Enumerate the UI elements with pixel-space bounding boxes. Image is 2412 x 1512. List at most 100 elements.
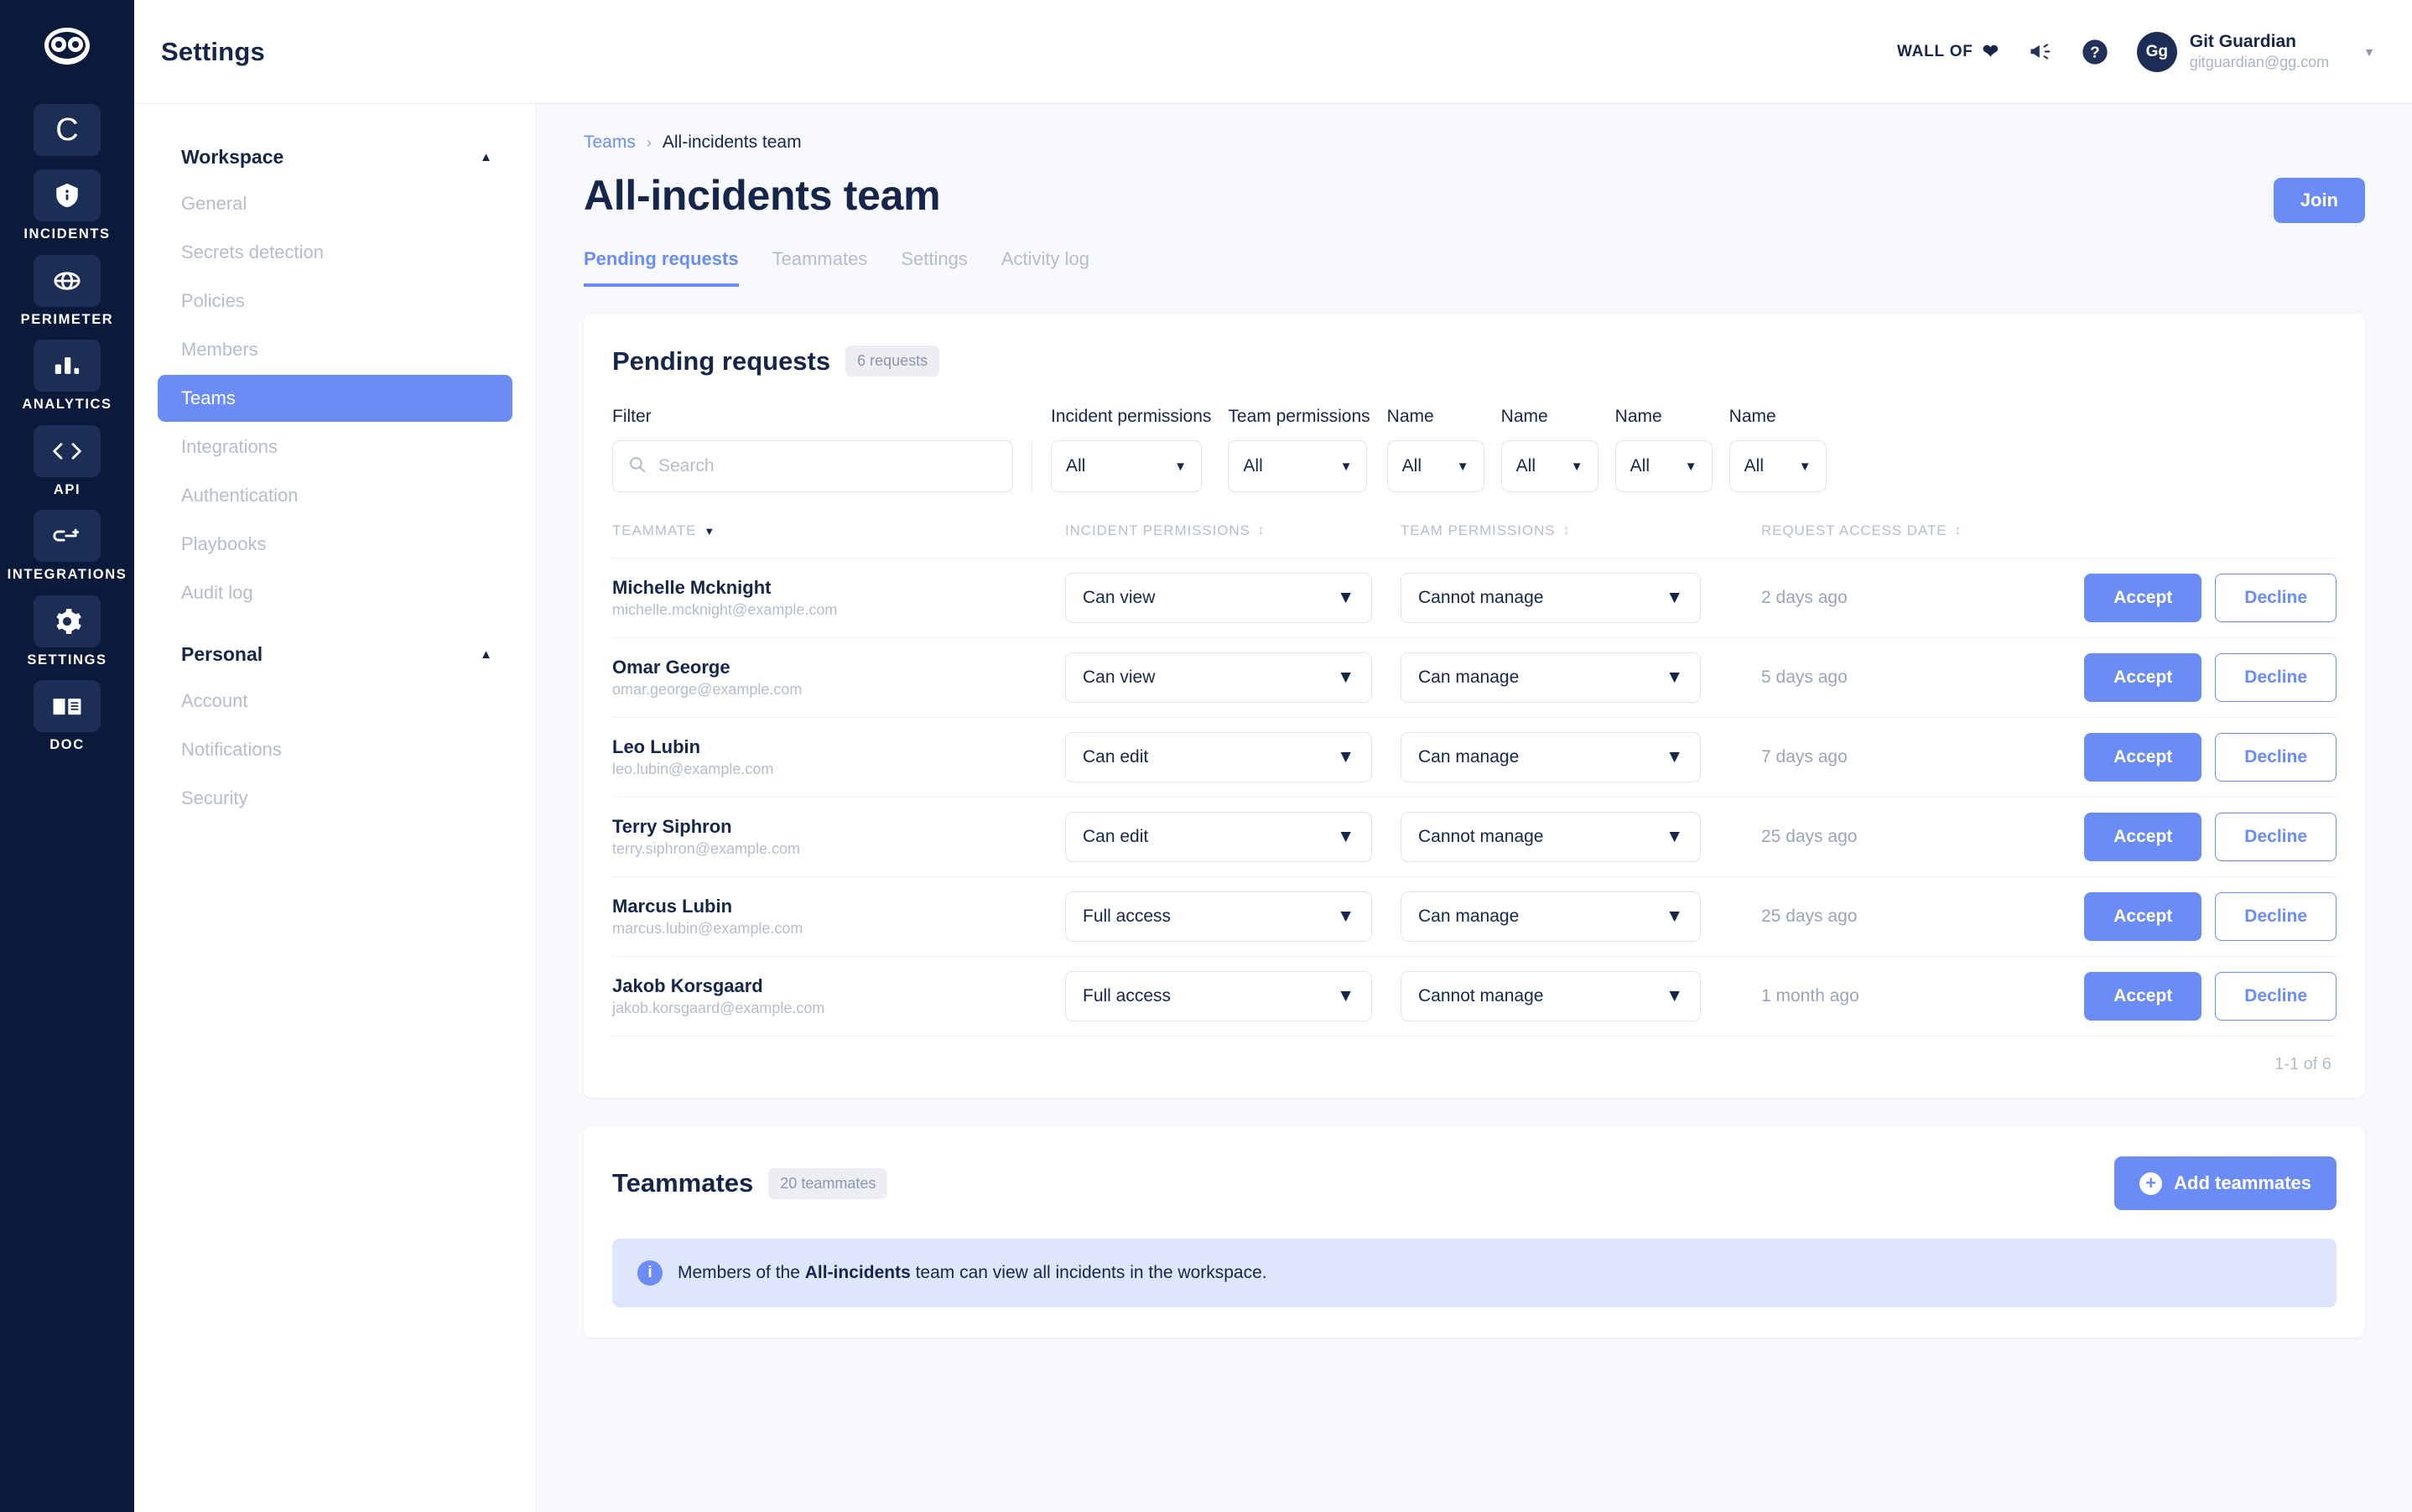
accept-button[interactable]: Accept bbox=[2084, 892, 2202, 941]
sidebar-item-secrets-detection[interactable]: Secrets detection bbox=[158, 229, 512, 276]
book-icon bbox=[34, 680, 101, 732]
accept-button[interactable]: Accept bbox=[2084, 972, 2202, 1021]
sidebar-item-notifications[interactable]: Notifications bbox=[158, 726, 512, 773]
megaphone-icon[interactable] bbox=[2028, 41, 2053, 63]
decline-button[interactable]: Decline bbox=[2215, 892, 2337, 941]
teammate-name: Terry Siphron bbox=[612, 815, 732, 837]
chevron-down-icon: ▼ bbox=[1337, 668, 1354, 687]
incident-permission-select[interactable]: Can view ▼ bbox=[1065, 573, 1372, 623]
filter-name-4[interactable]: All ▼ bbox=[1728, 440, 1827, 492]
teammates-count-badge: 20 teammates bbox=[768, 1167, 888, 1199]
decline-button[interactable]: Decline bbox=[2215, 813, 2337, 861]
tab-teammates[interactable]: Teammates bbox=[772, 248, 868, 287]
accept-button[interactable]: Accept bbox=[2084, 813, 2202, 861]
tab-pending-requests[interactable]: Pending requests bbox=[584, 248, 739, 287]
nav-group-personal-header[interactable]: Personal ▲ bbox=[158, 631, 512, 678]
cell-actions: Accept Decline bbox=[2013, 637, 2337, 718]
sidebar-item-members[interactable]: Members bbox=[158, 326, 512, 373]
decline-button[interactable]: Decline bbox=[2215, 574, 2337, 622]
decline-button[interactable]: Decline bbox=[2215, 972, 2337, 1021]
chevron-up-icon[interactable]: ▲ bbox=[480, 150, 492, 164]
incident-permission-select[interactable]: Full access ▼ bbox=[1065, 971, 1372, 1021]
rail-item-analytics[interactable]: ANALYTICS bbox=[0, 340, 134, 412]
sidebar-item-authentication[interactable]: Authentication bbox=[158, 472, 512, 519]
incident-permission-select[interactable]: Can edit ▼ bbox=[1065, 812, 1372, 862]
column-header-incident-permissions[interactable]: INCIDENT PERMISSIONS ↕ bbox=[1065, 522, 1401, 559]
chevron-up-icon[interactable]: ▲ bbox=[480, 647, 492, 662]
select-value: Can view bbox=[1083, 588, 1156, 607]
incident-permission-select[interactable]: Can view ▼ bbox=[1065, 652, 1372, 703]
cell-teammate: Jakob Korsgaard jakob.korsgaard@example.… bbox=[612, 956, 1065, 1037]
owl-logo-icon[interactable] bbox=[29, 12, 106, 89]
tab-bar: Pending requests Teammates Settings Acti… bbox=[584, 248, 2365, 287]
filter-name-1[interactable]: All ▼ bbox=[1386, 440, 1484, 492]
breadcrumb-teams-link[interactable]: Teams bbox=[584, 132, 636, 153]
wall-of-love-button[interactable]: WALL OF ❤ bbox=[1897, 42, 1999, 61]
accept-button[interactable]: Accept bbox=[2084, 574, 2202, 622]
incident-permission-select[interactable]: Can edit ▼ bbox=[1065, 732, 1372, 782]
rail-item-workspace-switcher[interactable]: C bbox=[0, 104, 134, 156]
sidebar-item-playbooks[interactable]: Playbooks bbox=[158, 521, 512, 568]
svg-text:?: ? bbox=[2090, 43, 2099, 60]
rail-item-settings[interactable]: SETTINGS bbox=[0, 595, 134, 668]
rail-item-incidents[interactable]: INCIDENTS bbox=[0, 169, 134, 242]
user-menu[interactable]: Gg Git Guardian gitguardian@gg.com ▼ bbox=[2136, 31, 2375, 72]
rail-item-api[interactable]: API bbox=[0, 424, 134, 497]
decline-button[interactable]: Decline bbox=[2215, 653, 2337, 702]
decline-button[interactable]: Decline bbox=[2215, 733, 2337, 782]
filter-incident-permissions[interactable]: All ▼ bbox=[1051, 440, 1202, 492]
cell-teammate: Omar George omar.george@example.com bbox=[612, 637, 1065, 718]
sidebar-item-general[interactable]: General bbox=[158, 180, 512, 227]
sidebar-item-account[interactable]: Account bbox=[158, 678, 512, 725]
rail-item-perimeter[interactable]: PERIMETER bbox=[0, 254, 134, 327]
primary-rail: C INCIDENTS PERIMETER ANALYTICS API INTE… bbox=[0, 0, 134, 1512]
tab-settings[interactable]: Settings bbox=[901, 248, 968, 287]
sidebar-item-integrations[interactable]: Integrations bbox=[158, 423, 512, 470]
filter-label: Name bbox=[1500, 407, 1548, 426]
team-permission-select[interactable]: Can manage ▼ bbox=[1401, 891, 1701, 942]
filter-name-2[interactable]: All ▼ bbox=[1500, 440, 1598, 492]
filter-incident-permissions-col: Incident permissions All ▼ bbox=[1051, 407, 1211, 492]
filter-team-permissions[interactable]: All ▼ bbox=[1228, 440, 1368, 492]
sidebar-item-policies[interactable]: Policies bbox=[158, 278, 512, 325]
filter-value: All bbox=[1066, 456, 1086, 475]
tab-activity-log[interactable]: Activity log bbox=[1001, 248, 1089, 287]
team-permission-select[interactable]: Cannot manage ▼ bbox=[1401, 573, 1701, 623]
wall-of-label: WALL OF bbox=[1896, 42, 1973, 60]
content-area: Teams › All-incidents team All-incidents… bbox=[537, 104, 2412, 1512]
sidebar-item-security[interactable]: Security bbox=[158, 775, 512, 822]
team-permission-select[interactable]: Can manage ▼ bbox=[1401, 652, 1701, 703]
accept-button[interactable]: Accept bbox=[2084, 733, 2202, 782]
cell-request-date: 25 days ago bbox=[1761, 876, 2013, 957]
cell-team-permission: Can manage ▼ bbox=[1401, 637, 1761, 718]
team-permission-select[interactable]: Cannot manage ▼ bbox=[1401, 812, 1701, 862]
sidebar-item-audit-log[interactable]: Audit log bbox=[158, 569, 512, 616]
select-value: Can edit bbox=[1083, 747, 1149, 766]
breadcrumb-current: All-incidents team bbox=[662, 132, 802, 152]
incident-permission-select[interactable]: Full access ▼ bbox=[1065, 891, 1372, 942]
page-title: All-incidents team bbox=[584, 172, 941, 219]
rail-item-integrations[interactable]: INTEGRATIONS bbox=[0, 510, 134, 582]
column-header-teammate[interactable]: TEAMMATE ▼ bbox=[612, 522, 1065, 559]
sidebar-item-teams[interactable]: Teams bbox=[158, 375, 512, 422]
column-header-team-permissions[interactable]: TEAM PERMISSIONS ↕ bbox=[1401, 522, 1761, 559]
rail-label: API bbox=[53, 481, 81, 497]
search-input[interactable] bbox=[658, 456, 997, 476]
rail-item-doc[interactable]: DOC bbox=[0, 680, 134, 752]
filter-label: Name bbox=[1728, 407, 1776, 426]
team-permission-select[interactable]: Can manage ▼ bbox=[1401, 732, 1701, 782]
join-button[interactable]: Join bbox=[2273, 178, 2365, 223]
column-header-request-access-date[interactable]: REQUEST ACCESS DATE ↕ bbox=[1761, 522, 2013, 559]
team-permission-select[interactable]: Cannot manage ▼ bbox=[1401, 971, 1701, 1021]
add-teammates-button[interactable]: + Add teammates bbox=[2114, 1156, 2337, 1210]
filter-name-3[interactable]: All ▼ bbox=[1614, 440, 1713, 492]
question-circle-icon[interactable]: ? bbox=[2082, 39, 2108, 65]
cell-actions: Accept Decline bbox=[2013, 797, 2337, 877]
nav-group-workspace-header[interactable]: Workspace ▲ bbox=[158, 134, 512, 180]
teammate-email: jakob.korsgaard@example.com bbox=[612, 1000, 825, 1017]
search-box[interactable] bbox=[612, 440, 1013, 492]
cell-teammate: Michelle Mcknight michelle.mcknight@exam… bbox=[612, 558, 1065, 638]
chevron-down-icon[interactable]: ▼ bbox=[2363, 45, 2375, 59]
teammate-name: Jakob Korsgaard bbox=[612, 974, 763, 996]
accept-button[interactable]: Accept bbox=[2084, 653, 2202, 702]
